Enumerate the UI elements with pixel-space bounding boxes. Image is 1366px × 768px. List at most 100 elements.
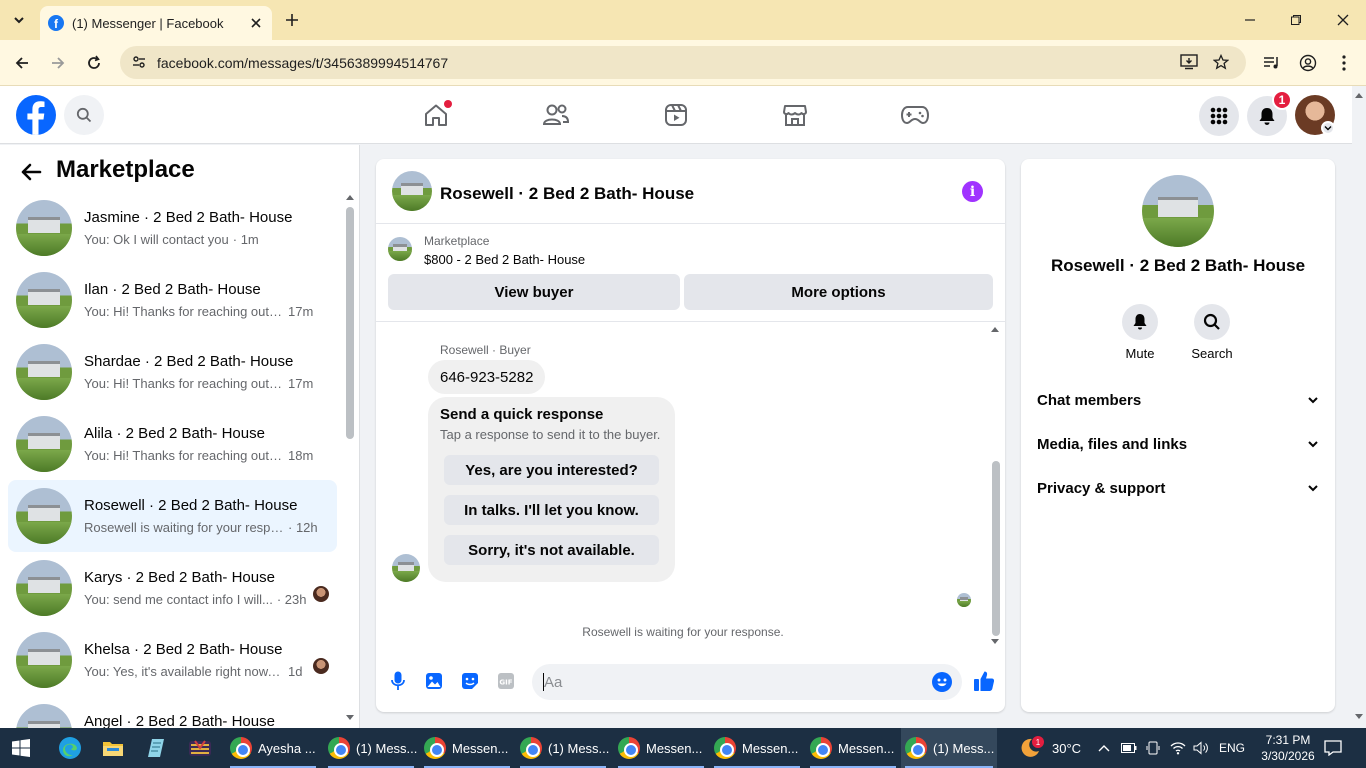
clock[interactable]: 7:31 PM 3/30/2026 — [1258, 728, 1318, 768]
quick-response-title: Send a quick response — [440, 406, 604, 423]
media-controls-icon[interactable] — [1262, 53, 1282, 73]
chat-title[interactable]: Rosewell · 2 Bed 2 Bath- House — [440, 184, 694, 204]
bell-icon[interactable] — [1122, 304, 1158, 340]
gaming-icon[interactable] — [900, 100, 930, 130]
more-options-button[interactable]: More options — [684, 274, 993, 310]
emoji-icon[interactable] — [932, 672, 952, 692]
file-explorer-icon[interactable] — [102, 728, 128, 768]
friends-icon[interactable] — [541, 100, 571, 130]
taskbar-app[interactable]: Messen... — [806, 728, 900, 768]
conversation-item[interactable]: Ilan · 2 Bed 2 Bath- House You: Hi! Than… — [8, 264, 337, 336]
scroll-down-icon[interactable] — [991, 639, 999, 645]
address-bar[interactable]: facebook.com/messages/t/3456389994514767 — [120, 46, 1246, 79]
listing-price[interactable]: $800 - 2 Bed 2 Bath- House — [424, 252, 585, 267]
windows-start-icon[interactable] — [12, 728, 36, 768]
tab-close-icon[interactable] — [248, 15, 264, 31]
quick-response-button[interactable]: Sorry, it's not available. — [444, 535, 659, 565]
chat-avatar[interactable] — [392, 171, 432, 211]
facebook-logo-icon[interactable] — [16, 95, 56, 135]
wifi-icon[interactable] — [1170, 728, 1186, 768]
page-scrollbar[interactable] — [1352, 86, 1366, 728]
conversation-item[interactable]: Alila · 2 Bed 2 Bath- House You: Hi! Tha… — [8, 408, 337, 480]
taskbar-app[interactable]: Messen... — [614, 728, 708, 768]
notification-center-icon[interactable] — [1324, 728, 1342, 768]
tab-search-chevron-icon[interactable] — [6, 8, 32, 32]
temperature: 30°C — [1052, 740, 1082, 756]
restore-icon[interactable] — [1286, 10, 1306, 30]
conversation-item[interactable]: Karys · 2 Bed 2 Bath- House You: send me… — [8, 552, 337, 624]
message-input[interactable]: Aa — [532, 664, 962, 700]
media-files-section[interactable]: Media, files and links — [1037, 426, 1319, 462]
profile-icon[interactable] — [1298, 53, 1318, 73]
message-bubble[interactable]: 646-923-5282 — [428, 360, 546, 394]
chat-scrollbar[interactable] — [992, 461, 1000, 636]
forward-arrow-icon[interactable] — [48, 53, 68, 73]
site-settings-icon[interactable] — [131, 54, 147, 70]
install-app-icon[interactable] — [1180, 54, 1198, 70]
url-text[interactable]: facebook.com/messages/t/3456389994514767 — [157, 55, 448, 71]
battery-icon[interactable] — [1121, 728, 1137, 768]
search-button[interactable]: Search — [1182, 304, 1242, 361]
info-icon[interactable]: i — [962, 181, 983, 202]
taskbar-app-label: Messen... — [646, 740, 703, 756]
like-thumb-icon[interactable] — [972, 669, 996, 693]
edge-icon[interactable] — [58, 728, 86, 768]
conversation-time: · 12h — [288, 520, 318, 535]
conversation-item[interactable]: Angel · 2 Bed 2 Bath- House — [8, 696, 337, 728]
taskbar-app-label: Ayesha ... — [258, 740, 316, 756]
browser-tab-messenger[interactable]: f (1) Messenger | Facebook — [40, 6, 272, 40]
taskbar-app[interactable]: Ayesha ... — [226, 728, 320, 768]
profile-avatar[interactable] — [1142, 175, 1214, 247]
menu-grid-icon[interactable] — [1199, 96, 1239, 136]
language-indicator[interactable]: ENG — [1219, 728, 1245, 768]
scroll-up-icon[interactable] — [346, 194, 354, 200]
message-placeholder: Aa — [544, 674, 563, 691]
photo-icon[interactable] — [423, 670, 445, 692]
gif-icon[interactable]: GIF — [495, 670, 517, 692]
bookmark-star-icon[interactable] — [1213, 54, 1229, 70]
scroll-up-icon[interactable] — [991, 326, 999, 332]
privacy-support-section[interactable]: Privacy & support — [1037, 470, 1319, 506]
new-tab-plus-icon[interactable] — [282, 10, 302, 30]
browser-menu-icon[interactable] — [1334, 53, 1354, 73]
taskbar-app[interactable]: (1) Mess... — [516, 728, 610, 768]
close-window-icon[interactable] — [1333, 10, 1353, 30]
games-app-icon[interactable] — [188, 728, 214, 768]
conversation-details-panel: Rosewell · 2 Bed 2 Bath- House Mute Sear… — [1021, 159, 1335, 712]
show-hidden-icons-icon[interactable] — [1098, 728, 1110, 768]
taskbar-app-active[interactable]: (1) Mess... — [901, 728, 997, 768]
search-icon[interactable] — [64, 95, 104, 135]
account-chevron-icon[interactable] — [1321, 121, 1335, 135]
view-buyer-button[interactable]: View buyer — [388, 274, 680, 310]
conversation-item[interactable]: Shardae · 2 Bed 2 Bath- House You: Hi! T… — [8, 336, 337, 408]
marketplace-icon[interactable] — [780, 100, 810, 130]
taskbar-app[interactable]: (1) Mess... — [324, 728, 418, 768]
conversation-item[interactable]: Jasmine · 2 Bed 2 Bath- House You: Ok I … — [8, 192, 337, 264]
chat-members-section[interactable]: Chat members — [1037, 382, 1319, 418]
reload-icon[interactable] — [84, 53, 104, 73]
conversation-item-active[interactable]: Rosewell · 2 Bed 2 Bath- House Rosewell … — [8, 480, 337, 552]
back-arrow-icon[interactable] — [12, 53, 32, 73]
taskbar-app-label: Messen... — [742, 740, 799, 756]
conversation-item[interactable]: Khelsa · 2 Bed 2 Bath- House You: Yes, i… — [8, 624, 337, 696]
volume-icon[interactable] — [1193, 728, 1209, 768]
scroll-down-icon[interactable] — [1355, 714, 1363, 720]
search-icon[interactable] — [1194, 304, 1230, 340]
weather-widget[interactable]: 1 30°C — [1018, 728, 1081, 768]
scroll-up-icon[interactable] — [1355, 92, 1363, 98]
taskbar-app[interactable]: Messen... — [420, 728, 514, 768]
video-icon[interactable] — [661, 100, 691, 130]
quick-response-button[interactable]: In talks. I'll let you know. — [444, 495, 659, 525]
taskbar-app[interactable]: Messen... — [710, 728, 804, 768]
listing-thumbnail — [16, 272, 72, 328]
back-arrow-icon[interactable] — [20, 161, 44, 185]
sidebar-scrollbar[interactable] — [346, 207, 354, 439]
microphone-icon[interactable] — [387, 670, 409, 692]
scroll-down-icon[interactable] — [346, 715, 354, 721]
quick-response-button[interactable]: Yes, are you interested? — [444, 455, 659, 485]
notepad-icon[interactable] — [146, 728, 170, 768]
device-icon[interactable] — [1146, 728, 1160, 768]
minimize-icon[interactable] — [1240, 10, 1260, 30]
sticker-icon[interactable] — [459, 670, 481, 692]
mute-button[interactable]: Mute — [1110, 304, 1170, 361]
